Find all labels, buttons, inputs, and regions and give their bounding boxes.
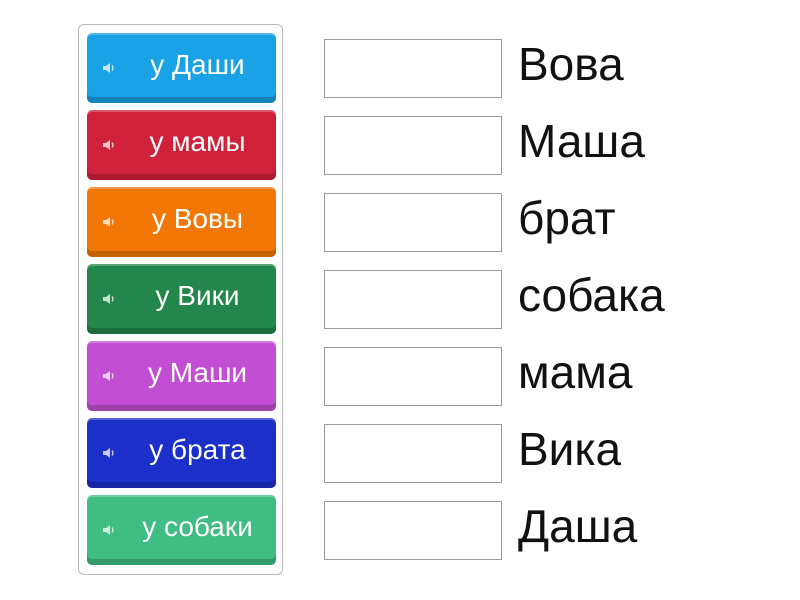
tile-u-dashi[interactable]: у Даши xyxy=(87,33,276,103)
tile-u-mashi[interactable]: у Маши xyxy=(87,341,276,411)
speaker-icon[interactable] xyxy=(101,213,119,231)
speaker-icon[interactable] xyxy=(101,136,119,154)
tile-u-mamy[interactable]: у мамы xyxy=(87,110,276,180)
tile-label: у Вики xyxy=(155,280,240,311)
tile-label: у мамы xyxy=(149,126,246,157)
drop-slot[interactable] xyxy=(324,347,502,406)
tile-label: у брата xyxy=(149,434,246,465)
speaker-icon[interactable] xyxy=(101,521,119,539)
speaker-icon[interactable] xyxy=(101,59,119,77)
target-word: Вика xyxy=(518,423,622,475)
tile-u-viki[interactable]: у Вики xyxy=(87,264,276,334)
drop-slot[interactable] xyxy=(324,39,502,98)
drop-slot[interactable] xyxy=(324,116,502,175)
tile-label: у Даши xyxy=(150,49,245,80)
speaker-icon[interactable] xyxy=(101,444,119,462)
drop-slot[interactable] xyxy=(324,193,502,252)
tile-u-sobaki[interactable]: у собаки xyxy=(87,495,276,565)
tile-label: у собаки xyxy=(142,511,253,542)
tile-u-brata[interactable]: у брата xyxy=(87,418,276,488)
target-word: брат xyxy=(518,192,616,244)
target-word: собака xyxy=(518,269,665,321)
speaker-icon[interactable] xyxy=(101,367,119,385)
drop-slot[interactable] xyxy=(324,501,502,560)
target-word: Вова xyxy=(518,38,624,90)
speaker-icon[interactable] xyxy=(101,290,119,308)
tile-label: у Вовы xyxy=(151,203,244,234)
tile-label: у Маши xyxy=(147,357,248,388)
target-word: Маша xyxy=(518,115,645,167)
target-word: мама xyxy=(518,346,633,398)
target-word: Даша xyxy=(518,500,638,552)
drop-slot[interactable] xyxy=(324,270,502,329)
tile-u-vovy[interactable]: у Вовы xyxy=(87,187,276,257)
drop-slot[interactable] xyxy=(324,424,502,483)
